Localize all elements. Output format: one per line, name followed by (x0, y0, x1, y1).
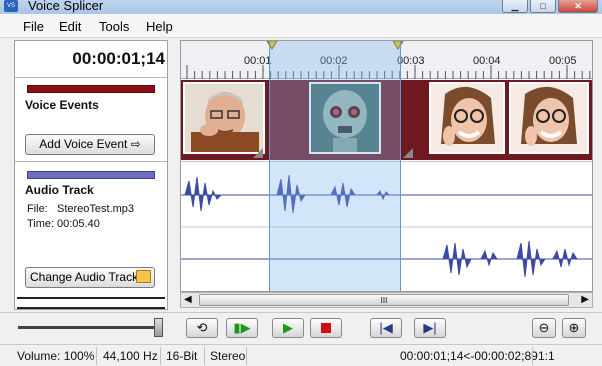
app-icon: VS (4, 0, 18, 12)
menu-edit[interactable]: Edit (59, 19, 81, 34)
go-to-start-icon: |◀ (379, 320, 393, 335)
zoom-in-button[interactable]: ⊕ (562, 318, 586, 338)
add-voice-event-button[interactable]: Add Voice Event ⇨ (25, 134, 155, 155)
status-bits: 16-Bit (166, 349, 198, 363)
voice-events-bar (27, 85, 155, 93)
play-selection-button[interactable]: ▮▶ (226, 318, 258, 338)
old-man-face-icon (185, 84, 263, 152)
audio-track-bar (27, 171, 155, 179)
status-zoom: 1:1 (538, 349, 555, 363)
menu-file[interactable]: File (23, 19, 44, 34)
go-to-start-button[interactable]: |◀ (370, 318, 402, 338)
timecode-display: 00:00:01;14 (72, 49, 165, 68)
menu-bar: File Edit Tools Help (0, 14, 602, 38)
status-separator (246, 347, 247, 365)
go-to-end-icon: ▶| (423, 320, 437, 335)
separator (15, 77, 167, 78)
time-label: Time: (27, 218, 55, 230)
audio-track-title: Audio Track (25, 183, 94, 197)
status-rate: 44,100 Hz (103, 349, 158, 363)
woman-face-icon (431, 84, 503, 152)
add-voice-event-label: Add Voice Event (39, 137, 128, 151)
transport-controls: ⟲ ▮▶ ▶ |◀ ▶| ⊖ ⊕ (0, 312, 602, 344)
loop-button[interactable]: ⟲ (186, 318, 218, 338)
close-button[interactable]: ✕ (558, 0, 598, 13)
stop-button[interactable] (310, 318, 342, 338)
left-panel-scrollbar[interactable] (17, 297, 165, 309)
status-separator (160, 347, 161, 365)
scroll-left-arrow[interactable]: ◀ (184, 294, 192, 305)
window-title: Voice Splicer (28, 0, 104, 13)
play-icon: ▶ (283, 320, 293, 335)
file-label: File: (27, 203, 48, 215)
volume-slider-track[interactable] (18, 326, 160, 329)
loop-icon: ⟲ (196, 320, 208, 335)
ruler-label: 00:05 (549, 55, 577, 67)
timeline-scrollbar[interactable]: ◀ III ▶ (180, 292, 593, 308)
folder-icon (136, 270, 151, 283)
selection-region[interactable] (269, 41, 401, 291)
zoom-out-icon: ⊖ (538, 320, 550, 335)
status-separator (96, 347, 97, 365)
ruler-label: 00:03 (397, 55, 425, 67)
zoom-in-icon: ⊕ (568, 320, 580, 335)
ruler-label: 00:01 (244, 55, 272, 67)
left-panel: 00:00:01;14 Voice Events Add Voice Event… (14, 40, 168, 310)
stop-icon (321, 323, 331, 333)
clip-old-man[interactable] (183, 82, 265, 154)
time-value: 00:05.40 (57, 218, 100, 230)
scroll-thumb[interactable]: III (199, 294, 569, 306)
maximize-button[interactable]: □ (530, 0, 556, 13)
file-value: StereoTest.mp3 (57, 203, 135, 215)
status-volume: Volume: 100% (17, 349, 95, 363)
status-separator (204, 347, 205, 365)
clip-woman-1[interactable] (429, 82, 505, 154)
clip-woman-2[interactable] (509, 82, 589, 154)
status-range: 00:00:01;14<-00:00:02;89 (400, 349, 538, 363)
status-separator (532, 347, 533, 365)
arrow-right-icon: ⇨ (130, 137, 141, 151)
change-audio-track-label: Change Audio Track (30, 270, 139, 284)
go-to-end-button[interactable]: ▶| (414, 318, 446, 338)
timeline[interactable]: 00:01 00:02 00:03 00:04 00:05 (180, 40, 593, 292)
clip-resize-handle[interactable] (253, 148, 263, 158)
status-channels: Stereo (210, 349, 246, 363)
volume-slider-thumb[interactable] (154, 318, 163, 337)
zoom-out-button[interactable]: ⊖ (532, 318, 556, 338)
scroll-right-arrow[interactable]: ▶ (581, 294, 589, 305)
minimize-button[interactable]: ▁ (502, 0, 528, 13)
status-bar: Volume: 100% 44,100 Hz 16-Bit Stereo 00:… (0, 344, 602, 366)
ruler-label: 00:04 (473, 55, 501, 67)
menu-tools[interactable]: Tools (99, 19, 129, 34)
title-bar: VS Voice Splicer ▁ □ ✕ (0, 0, 602, 14)
play-selection-icon: ▮▶ (233, 320, 251, 335)
scroll-grip: III (380, 296, 388, 305)
clip-resize-handle[interactable] (403, 148, 413, 158)
woman-face-icon (511, 84, 587, 152)
menu-help[interactable]: Help (146, 19, 173, 34)
voice-events-title: Voice Events (25, 98, 99, 112)
change-audio-track-button[interactable]: Change Audio Track (25, 267, 155, 288)
separator (15, 161, 167, 162)
play-button[interactable]: ▶ (272, 318, 304, 338)
